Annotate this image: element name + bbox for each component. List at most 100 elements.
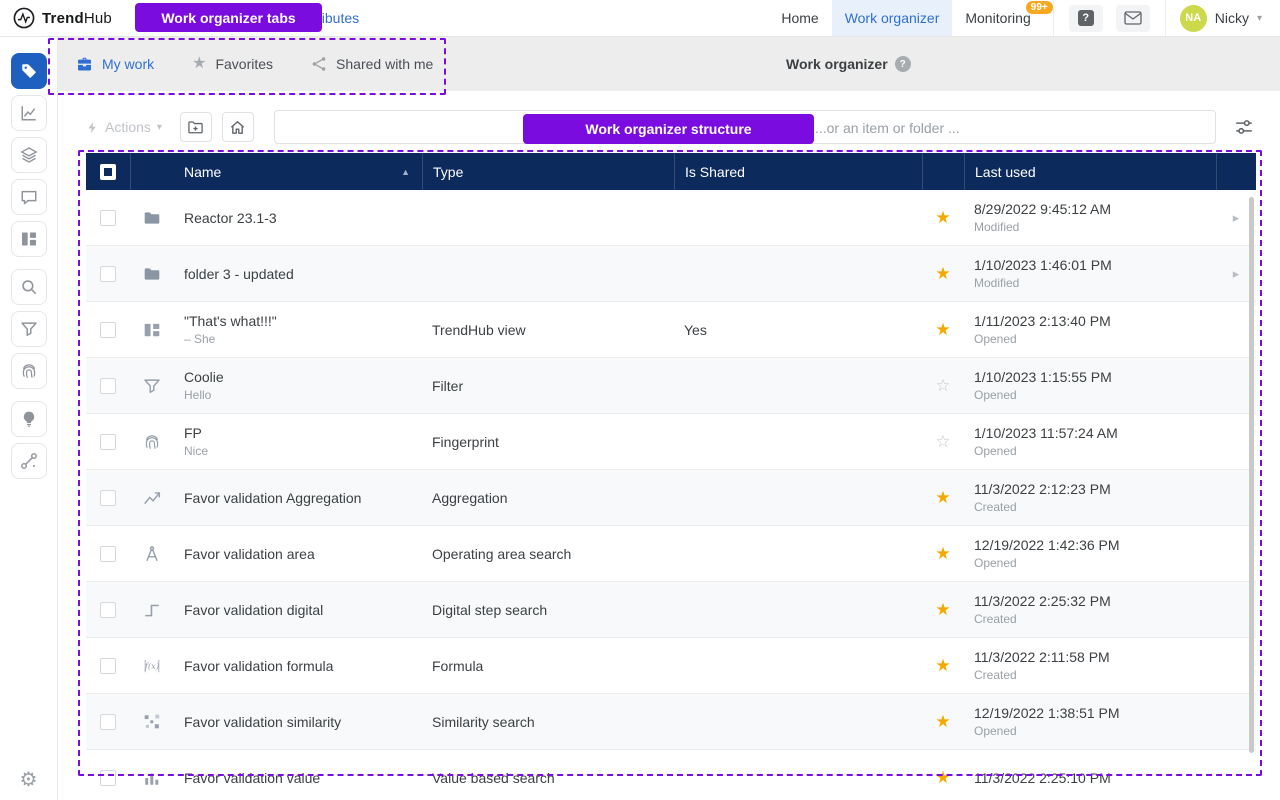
aggregation-icon: [143, 489, 161, 507]
favorite-star-icon[interactable]: ★: [935, 545, 950, 562]
avatar: NA: [1180, 5, 1207, 32]
item-type: Aggregation: [422, 490, 674, 506]
sidebar-item-trends[interactable]: [11, 95, 47, 131]
item-last-used: 12/19/2022 1:38:51 PM: [974, 705, 1206, 721]
lightbulb-icon: [20, 410, 38, 428]
sidebar-item-insights[interactable]: [11, 401, 47, 437]
tab-label: Shared with me: [336, 56, 433, 72]
view-settings-button[interactable]: [1234, 117, 1254, 137]
table-row[interactable]: Favor validation AggregationAggregation★…: [86, 470, 1256, 526]
nav-home[interactable]: Home: [768, 0, 831, 36]
favorite-star-icon[interactable]: ★: [935, 657, 950, 674]
row-checkbox[interactable]: [100, 658, 116, 674]
trendhub-logo-icon: [13, 7, 35, 29]
nav-work-organizer[interactable]: Work organizer: [832, 0, 953, 36]
mail-button[interactable]: [1116, 5, 1150, 32]
new-folder-button[interactable]: [180, 112, 212, 142]
tab-my-work[interactable]: My work: [76, 56, 154, 73]
item-last-used: 8/29/2022 9:45:12 AM: [974, 201, 1206, 217]
settings-button[interactable]: ⚙: [20, 770, 38, 790]
row-checkbox[interactable]: [100, 378, 116, 394]
digital-icon: [143, 601, 161, 619]
help-circle-icon[interactable]: ?: [895, 56, 911, 72]
favorite-star-icon[interactable]: ★: [935, 489, 950, 506]
sidebar-item-comments[interactable]: [11, 179, 47, 215]
item-type: Value based search: [422, 770, 674, 786]
table-body: Reactor 23.1-3★8/29/2022 9:45:12 AMModif…: [86, 190, 1256, 800]
monitoring-badge: 99+: [1026, 1, 1053, 14]
checkbox-indeterminate-mark: [104, 168, 112, 176]
table-row[interactable]: folder 3 - updated ★ 1/10/2023 1:46:01 PM M…: [86, 246, 1256, 302]
similarity-icon: [143, 713, 161, 731]
row-checkbox[interactable]: [100, 546, 116, 562]
tab-favorites[interactable]: ★ Favorites: [192, 56, 273, 72]
topbar-icon-group: ?: [1053, 0, 1165, 36]
sidebar-item-fingerprints[interactable]: [11, 353, 47, 389]
table-scrollbar[interactable]: [1249, 197, 1254, 753]
work-items-table: Name▲ Type Is Shared Last used Reactor 2…: [86, 153, 1256, 800]
column-header-type[interactable]: Type: [422, 153, 674, 190]
table-row[interactable]: Favor validation valueValue based search…: [86, 750, 1256, 800]
actions-dropdown[interactable]: Actions ▾: [86, 119, 162, 135]
row-checkbox[interactable]: [100, 602, 116, 618]
nav-monitoring[interactable]: Monitoring99+: [952, 0, 1052, 36]
row-checkbox[interactable]: [100, 490, 116, 506]
item-last-action: Modified: [974, 276, 1206, 290]
row-checkbox[interactable]: [100, 210, 116, 226]
help-icon: ?: [1078, 10, 1094, 26]
sidebar-item-tags[interactable]: [11, 53, 47, 89]
help-button[interactable]: ?: [1069, 5, 1103, 32]
column-header-last-used[interactable]: Last used: [964, 153, 1216, 190]
sidebar-item-workflow[interactable]: [11, 443, 47, 479]
column-header-shared[interactable]: Is Shared: [674, 153, 922, 190]
tab-shared-with-me[interactable]: Shared with me: [311, 56, 433, 72]
item-name: folder 3 - updated: [184, 266, 412, 282]
table-row[interactable]: Reactor 23.1-3★8/29/2022 9:45:12 AMModif…: [86, 190, 1256, 246]
sidebar-item-filters[interactable]: [11, 311, 47, 347]
favorite-star-icon[interactable]: ☆: [935, 377, 950, 394]
chevron-down-icon: ▾: [157, 122, 162, 133]
table-row[interactable]: Favor validation similaritySimilarity se…: [86, 694, 1256, 750]
tag-icon: [20, 62, 38, 80]
table-row[interactable]: FPNiceFingerprint☆1/10/2023 11:57:24 AMO…: [86, 414, 1256, 470]
item-last-action: Opened: [974, 724, 1206, 738]
home-folder-button[interactable]: [222, 112, 254, 142]
item-name: Favor validation digital: [184, 602, 412, 618]
table-row[interactable]: CoolieHelloFilter☆1/10/2023 1:15:55 PMOp…: [86, 358, 1256, 414]
favorite-star-icon[interactable]: ★: [935, 713, 950, 730]
svg-text:f(x): f(x): [144, 661, 159, 671]
folder-plus-icon: [187, 119, 204, 136]
favorite-star-icon[interactable]: ★: [935, 209, 950, 226]
item-last-action: Modified: [974, 220, 1206, 234]
item-shared: Yes: [674, 322, 922, 338]
sidebar-item-search[interactable]: [11, 269, 47, 305]
sidebar-item-dashboards[interactable]: [11, 221, 47, 257]
row-checkbox[interactable]: [100, 266, 116, 282]
item-last-used: 11/3/2022 2:11:58 PM: [974, 649, 1206, 665]
user-menu[interactable]: NA Nicky ▾: [1165, 0, 1280, 36]
favorite-star-icon[interactable]: ★: [935, 265, 950, 282]
favorite-star-icon[interactable]: ☆: [935, 433, 950, 450]
sidebar-item-layers[interactable]: [11, 137, 47, 173]
row-checkbox[interactable]: [100, 770, 116, 786]
item-last-used: 1/10/2023 1:46:01 PM: [974, 257, 1206, 273]
row-checkbox[interactable]: [100, 434, 116, 450]
main-area: My work ★ Favorites Shared with me Work …: [58, 37, 1280, 800]
favorite-star-icon[interactable]: ★: [935, 769, 950, 786]
item-type: Digital step search: [422, 602, 674, 618]
table-row[interactable]: Favor validation areaOperating area sear…: [86, 526, 1256, 582]
item-type: Operating area search: [422, 546, 674, 562]
sidebar: ⚙: [0, 37, 58, 800]
table-row[interactable]: Favor validation digital Digital step sea…: [86, 582, 1256, 638]
row-checkbox[interactable]: [100, 714, 116, 730]
table-row[interactable]: f(x)Favor validation formulaFormula★11/3…: [86, 638, 1256, 694]
annotation-work-organizer-tabs: Work organizer tabs: [135, 3, 322, 32]
table-row[interactable]: "That's what!!!"– SheTrendHub viewYes★1/…: [86, 302, 1256, 358]
select-all-checkbox[interactable]: [100, 164, 116, 180]
mail-icon: [1124, 11, 1142, 25]
favorite-star-icon[interactable]: ★: [935, 601, 950, 618]
favorite-star-icon[interactable]: ★: [935, 321, 950, 338]
brand[interactable]: TrendHub: [0, 0, 112, 36]
column-header-name[interactable]: Name▲: [174, 153, 422, 190]
row-checkbox[interactable]: [100, 322, 116, 338]
